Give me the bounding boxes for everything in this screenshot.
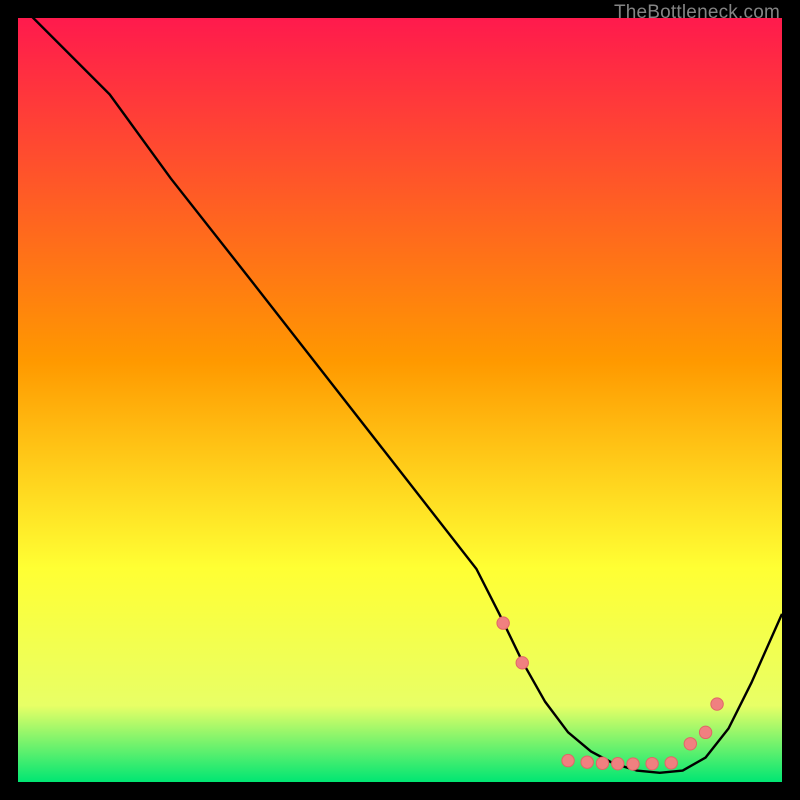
watermark-text: TheBottleneck.com (614, 2, 780, 24)
marker-dot (684, 738, 696, 750)
marker-dot (562, 754, 574, 766)
marker-dot (665, 757, 677, 769)
marker-dot (581, 756, 593, 768)
marker-dot (516, 657, 528, 669)
marker-dot (711, 698, 723, 710)
marker-dot (699, 726, 711, 738)
gradient-background (18, 18, 782, 782)
marker-dot (596, 757, 608, 769)
marker-dot (627, 758, 639, 770)
marker-dot (646, 757, 658, 769)
marker-dot (612, 757, 624, 769)
chart-svg (18, 18, 782, 782)
chart-plot-area (18, 18, 782, 782)
marker-dot (497, 617, 509, 629)
